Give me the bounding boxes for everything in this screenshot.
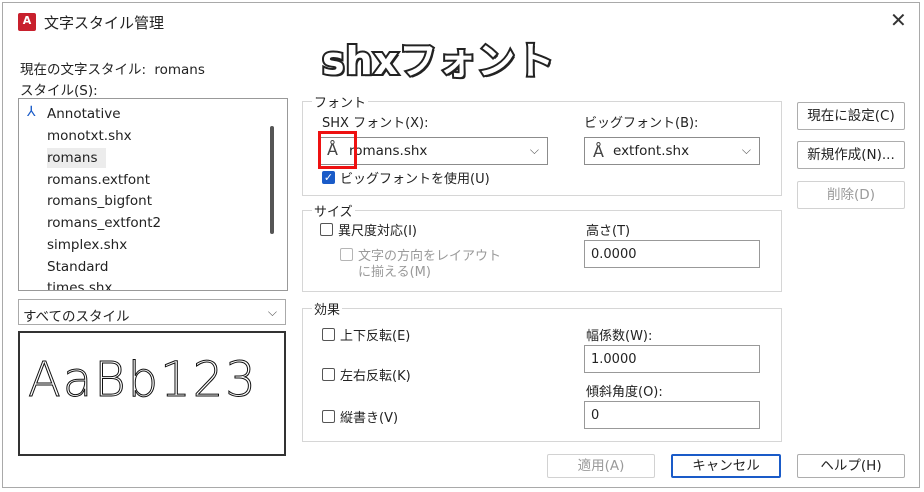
cancel-button[interactable]: キャンセル [671,454,781,478]
use-bigfont-checkbox[interactable]: ✓ [322,171,335,184]
chevron-down-icon: ⌵ [529,143,539,157]
styles-label: スタイル(S): [20,83,98,99]
font-group-label: フォント [312,92,369,111]
vertical-checkbox[interactable] [322,410,335,423]
oblique-angle-label: 傾斜角度(O): [586,385,663,400]
autocad-icon: A [18,13,36,31]
list-scrollbar[interactable] [270,126,274,234]
close-icon[interactable]: ✕ [890,8,907,32]
orientation-checkbox[interactable] [340,248,353,261]
list-item[interactable]: Standard [47,257,108,277]
preview-text: AaBb123 [28,352,258,409]
use-bigfont-label: ビッグフォントを使用(U) [340,172,490,187]
list-item[interactable]: simplex.shx [47,235,127,255]
delete-button[interactable]: 削除(D) [797,181,905,209]
effects-group-label: 効果 [312,299,343,318]
window-title: 文字スタイル管理 [44,14,165,32]
vertical-label: 縦書き(V) [340,411,399,426]
list-item[interactable]: romans_bigfont [47,191,152,211]
width-factor-input[interactable]: 1.0000 [584,345,760,373]
height-label: 高さ(T) [586,224,631,239]
new-style-button[interactable]: 新規作成(N)... [797,141,905,169]
apply-button[interactable]: 適用(A) [547,454,655,478]
style-list[interactable]: ⅄ Annotative monotxt.shx romans romans.e… [18,98,288,291]
bigfont-select[interactable]: Å extfont.shx ⌵ [584,137,760,165]
help-button[interactable]: ヘルプ(H) [797,454,905,478]
list-item[interactable]: monotxt.shx [47,126,132,146]
annotative-icon: ⅄ [27,104,36,120]
height-input[interactable]: 0.0000 [584,240,760,268]
shx-font-value: romans.shx [349,143,428,159]
width-factor-label: 幅係数(W): [586,329,653,344]
list-item[interactable]: romans_extfont2 [47,213,161,233]
set-current-button[interactable]: 現在に設定(C) [797,102,905,130]
annotative-checkbox[interactable] [320,223,333,236]
style-filter-value: すべてのスタイル [23,309,130,325]
list-item[interactable]: Annotative [47,104,121,124]
list-item[interactable]: romans.extfont [47,170,150,190]
list-item-selected[interactable]: romans [47,148,106,168]
upside-down-checkbox[interactable] [322,328,335,341]
oblique-angle-input[interactable]: 0 [584,401,760,429]
upside-down-label: 上下反転(E) [340,329,411,344]
size-group-label: サイズ [312,201,355,220]
bigfont-icon: Å [593,142,604,161]
shx-font-label: SHX フォント(X): [322,116,429,131]
style-filter-select[interactable]: すべてのスタイル ⌵ [18,299,286,325]
backwards-checkbox[interactable] [322,368,335,381]
current-style-label: 現在の文字スタイル: [20,62,147,78]
annotative-label: 異尺度対応(I) [338,224,417,239]
chevron-down-icon: ⌵ [741,143,751,157]
bigfont-label: ビッグフォント(B): [584,116,699,131]
shx-font-icon: Å [327,140,338,159]
chevron-down-icon: ⌵ [267,305,277,319]
list-item[interactable]: times.shx [47,278,112,290]
current-style-value: romans [154,62,205,78]
bigfont-value: extfont.shx [613,143,690,159]
backwards-label: 左右反転(K) [340,369,411,384]
current-style-row: 現在の文字スタイル: romans [20,58,205,78]
overlay-caption: shxフォント [320,37,556,85]
orientation-label-2: に揃える(M) [358,265,431,280]
